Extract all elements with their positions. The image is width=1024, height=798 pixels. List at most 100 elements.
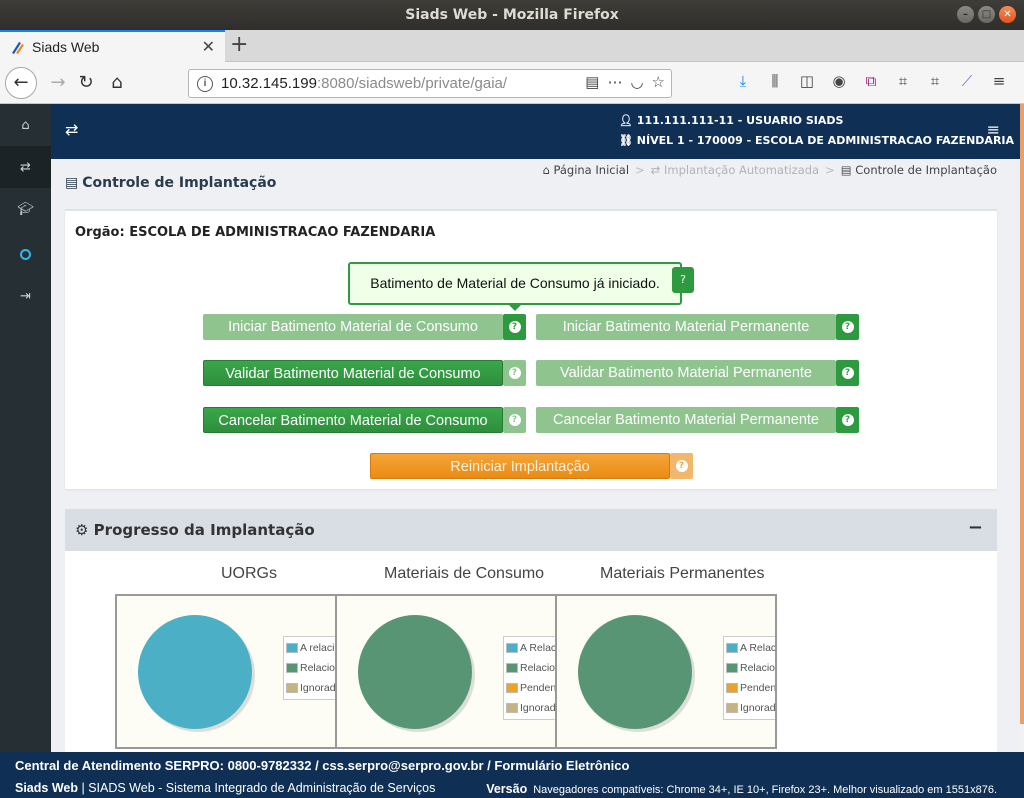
help-icon[interactable]: ?	[670, 453, 693, 479]
help-icon[interactable]: ?	[836, 314, 859, 340]
iniciar-consumo-button[interactable]: Iniciar Batimento Material de Consumo	[203, 314, 503, 340]
cancelar-permanente-button[interactable]: Cancelar Batimento Material Permanente	[536, 407, 836, 433]
minimize-button[interactable]: –	[957, 6, 974, 23]
exchange-toggle-icon[interactable]: ⇄	[65, 120, 78, 139]
header-org: ⛓︎ NÍVEL 1 - 170009 - ESCOLA DE ADMINIST…	[619, 134, 1015, 147]
question-icon: ?	[841, 413, 854, 426]
legend-item: Ignorad	[286, 678, 335, 698]
question-icon: ?	[841, 320, 854, 333]
breadcrumb-separator: >	[635, 163, 645, 177]
legend-item: Penden	[506, 678, 555, 698]
footer-compat-text: Navegadores compatíveis: Chrome 34+, IE …	[533, 784, 997, 796]
exchange-icon[interactable]: ⇄	[0, 146, 51, 188]
legend-label: A relaci	[300, 642, 335, 654]
iniciar-permanente-button[interactable]: Iniciar Batimento Material Permanente	[536, 314, 836, 340]
bookmark-star-icon[interactable]: ☆	[652, 73, 665, 91]
browser-tab[interactable]: Siads Web ✕	[0, 30, 225, 62]
footer-version-label: Versão	[486, 782, 528, 796]
pie-chart	[138, 615, 255, 732]
reiniciar-implantacao-button[interactable]: Reiniciar Implantação	[370, 453, 670, 479]
help-icon[interactable]: ?	[836, 407, 859, 433]
legend-label: Ignorad	[520, 702, 556, 714]
collapse-button[interactable]: −	[968, 517, 983, 538]
chart-title: Materiais de Consumo	[384, 565, 545, 582]
close-tab-icon[interactable]: ✕	[202, 37, 215, 56]
chart-uorgs: A relaci Relacio Ignorad	[115, 594, 337, 749]
legend-label: Relacio	[520, 662, 556, 674]
back-button[interactable]: ←	[5, 67, 37, 99]
legend-swatch	[506, 663, 518, 673]
breadcrumb-home[interactable]: ⌂ Página Inicial	[542, 163, 629, 177]
legend-item: A Relac	[506, 638, 557, 658]
legend-item: Ignorad	[506, 698, 556, 718]
legend-label: A Relac	[520, 642, 557, 654]
menu-icon[interactable]: ≡	[988, 72, 1010, 90]
download-icon[interactable]: ⤓	[732, 72, 754, 90]
sign-in-icon[interactable]: ⇥	[0, 275, 51, 317]
app-sidebar: ⌂ ⇄ 🎓︎ ⇥	[0, 104, 51, 752]
account-icon[interactable]: ◉	[828, 72, 850, 90]
pie-chart	[578, 615, 695, 732]
legend-item: A Relacionar	[726, 638, 777, 658]
progress-title: ⚙ Progresso da Implantação	[75, 521, 315, 539]
close-window-button[interactable]: ✕	[999, 6, 1016, 23]
footer-compat: Versão Navegadores compatíveis: Chrome 34…	[486, 782, 997, 796]
legend-label: A Relacionar	[740, 642, 777, 654]
legend-swatch	[506, 703, 518, 713]
site-info-icon[interactable]: i	[197, 76, 213, 92]
hamburger-menu-icon[interactable]: ≡	[987, 120, 1000, 139]
legend-swatch	[506, 643, 518, 653]
help-icon[interactable]: ?	[836, 360, 859, 386]
library-icon[interactable]: ⫼	[764, 72, 786, 90]
maximize-button[interactable]: □	[978, 6, 995, 23]
cancelar-consumo-button[interactable]: Cancelar Batimento Material de Consumo	[203, 407, 503, 433]
url-text[interactable]: 10.32.145.199:8080/siadsweb/private/gaia…	[221, 75, 531, 92]
sidebar-icon[interactable]: ◫	[796, 72, 818, 90]
home-button[interactable]: ⌂	[103, 69, 131, 97]
navigation-toolbar: ← → ↻ ⌂ i 10.32.145.199:8080/siadsweb/pr…	[0, 62, 1024, 104]
legend-item: A relaci	[286, 638, 335, 658]
feather-icon[interactable]: ⟋	[956, 72, 978, 90]
chart-legend: A relaci Relacio Ignorad	[283, 636, 335, 700]
footer-support: Central de Atendimento SERPRO: 0800-9782…	[15, 758, 630, 773]
reload-button[interactable]: ↻	[72, 69, 100, 97]
page-actions-icon[interactable]: ⋯	[607, 73, 622, 91]
new-tab-button[interactable]: +	[230, 32, 248, 57]
chart-legend: A Relacionar Relacionados Pendentes Ignorad…	[723, 636, 777, 720]
url-bar[interactable]: i 10.32.145.199:8080/siadsweb/private/ga…	[188, 69, 672, 98]
reader-view-icon[interactable]: ▤	[585, 73, 599, 91]
extension-icon[interactable]: ⧉	[860, 72, 882, 90]
app-header: ⇄ 👤︎ 111.111.111-11 - USUARIO SIADS ⛓︎ N…	[51, 104, 1020, 159]
tooltip-help-icon[interactable]: ?	[672, 267, 694, 293]
help-icon[interactable]: ?	[503, 314, 526, 340]
legend-swatch	[726, 703, 738, 713]
crop-icon[interactable]: ⌗	[924, 72, 946, 90]
graduation-icon[interactable]: 🎓︎	[0, 188, 51, 230]
validar-permanente-button[interactable]: Validar Batimento Material Permanente	[536, 360, 836, 386]
legend-item: Relacionados	[726, 658, 775, 678]
help-icon[interactable]: ?	[503, 407, 526, 433]
footer-app-name: Siads Web	[15, 781, 78, 795]
header-user-text: 111.111.111-11 - USUARIO SIADS	[636, 114, 844, 127]
org-label: Orgão: ESCOLA DE ADMINISTRACAO FAZENDARI…	[75, 225, 436, 240]
url-actions: ▤ ⋯ ◡ ☆	[585, 73, 665, 91]
ring-icon[interactable]	[0, 233, 51, 275]
forward-button[interactable]: →	[44, 69, 72, 97]
breadcrumb-separator: >	[825, 163, 835, 177]
list-icon: ▤	[65, 175, 79, 191]
validar-consumo-button[interactable]: Validar Batimento Material de Consumo	[203, 360, 503, 386]
pie-slice	[358, 615, 472, 729]
chart-materiais-permanentes: A Relacionar Relacionados Pendentes Ignorad…	[555, 594, 777, 749]
help-icon[interactable]: ?	[503, 360, 526, 386]
home-icon[interactable]: ⌂	[0, 104, 51, 146]
legend-swatch	[286, 643, 298, 653]
header-org-text: NÍVEL 1 - 170009 - ESCOLA DE ADMINISTRAC…	[636, 134, 1015, 147]
legend-swatch	[506, 683, 518, 693]
pocket-icon[interactable]: ◡	[630, 73, 643, 91]
breadcrumb-implantacao[interactable]: ⇄ Implantação Automatizada	[651, 163, 819, 177]
footer-app-desc: | SIADS Web - Sistema Integrado de Admin…	[81, 781, 436, 795]
crop-icon[interactable]: ⌗	[892, 72, 914, 90]
chart-materiais-consumo: A Relac Relacio Penden Ignorad	[335, 594, 557, 749]
url-path: :8080/siadsweb/private/gaia/	[316, 75, 508, 92]
legend-swatch	[726, 663, 738, 673]
